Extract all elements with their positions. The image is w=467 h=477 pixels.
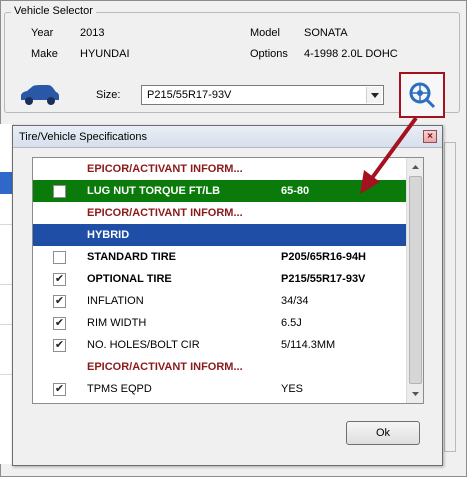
make-label: Make	[31, 48, 58, 60]
background-panel	[444, 142, 456, 452]
model-value: SONATA	[304, 27, 348, 39]
spec-name: RIM WIDTH	[87, 317, 147, 329]
spec-row[interactable]: LUG NUT TORQUE FT/LB 65-80	[33, 180, 407, 202]
spec-row[interactable]: ✔ TPMS EQPD YES	[33, 378, 407, 400]
row-checkbox[interactable]: ✔	[53, 273, 66, 286]
options-value: 4-1998 2.0L DOHC	[304, 48, 398, 60]
spec-value: 65-80	[281, 185, 310, 197]
spec-value: 6.5J	[281, 317, 302, 329]
spec-name: STANDARD TIRE	[87, 251, 177, 263]
spec-name: EPICOR/ACTIVANT INFORM...	[87, 163, 243, 175]
scroll-up-icon[interactable]	[408, 159, 423, 175]
spec-value: YES	[281, 383, 304, 395]
section-selected-row[interactable]: HYBRID	[33, 224, 407, 246]
row-checkbox[interactable]: ✔	[53, 383, 66, 396]
row-checkbox[interactable]	[53, 251, 66, 264]
tire-specs-dialog: Tire/Vehicle Specifications × ✔ TPMS EQPD…	[12, 125, 443, 466]
vehicle-selector-title: Vehicle Selector	[11, 5, 96, 17]
ok-button[interactable]: Ok	[346, 421, 420, 445]
scroll-thumb[interactable]	[409, 176, 422, 384]
spec-row[interactable]: ✔ NO. HOLES/BOLT CIR 5/114.3MM	[33, 334, 407, 356]
row-checkbox[interactable]: ✔	[53, 317, 66, 330]
spec-name: TPMS EQPD	[87, 383, 152, 395]
tire-search-icon	[409, 82, 436, 109]
spec-name: EPICOR/ACTIVANT INFORM...	[87, 361, 243, 373]
spec-name: NO. HOLES/BOLT CIR	[87, 339, 200, 351]
section-header-row[interactable]: EPICOR/ACTIVANT INFORM...	[33, 202, 407, 224]
spec-row[interactable]: STANDARD TIRE P205/65R16-94H	[33, 246, 407, 268]
row-checkbox[interactable]	[53, 185, 66, 198]
year-label: Year	[31, 27, 54, 39]
tire-specs-button[interactable]	[399, 72, 445, 118]
size-label: Size:	[96, 89, 121, 101]
size-dropdown[interactable]: P215/55R17-93V	[141, 85, 384, 105]
spec-value: 34/34	[281, 295, 309, 307]
car-icon	[21, 85, 59, 105]
spec-name: INFLATION	[87, 295, 144, 307]
dialog-titlebar: Tire/Vehicle Specifications ×	[13, 126, 442, 148]
chevron-down-icon[interactable]	[366, 87, 382, 103]
section-header-row[interactable]: EPICOR/ACTIVANT INFORM...	[33, 356, 407, 378]
spec-name: LUG NUT TORQUE FT/LB	[87, 185, 221, 197]
spec-value: 5/114.3MM	[281, 339, 336, 351]
spec-value: P215/55R17-93V	[281, 273, 366, 285]
options-label: Options	[250, 48, 288, 60]
spec-name: OPTIONAL TIRE	[87, 273, 172, 285]
spec-row[interactable]: ✔ RIM WIDTH 6.5J	[33, 312, 407, 334]
close-icon[interactable]: ×	[423, 130, 437, 143]
spec-value: P205/65R16-94H	[281, 251, 367, 263]
scroll-down-icon[interactable]	[408, 386, 423, 402]
scrollbar[interactable]	[406, 158, 423, 403]
model-label: Model	[250, 27, 280, 39]
year-value: 2013	[80, 27, 105, 39]
spec-row[interactable]: ✔ INFLATION 34/34	[33, 290, 407, 312]
row-checkbox[interactable]: ✔	[53, 295, 66, 308]
specs-list: ✔ TPMS EQPD YES EPICOR/ACTIVANT INFORM... ✔ N…	[32, 157, 424, 404]
spec-name: HYBRID	[87, 229, 130, 241]
spec-name: EPICOR/ACTIVANT INFORM...	[87, 207, 243, 219]
spec-row[interactable]: ✔ OPTIONAL TIRE P215/55R17-93V	[33, 268, 407, 290]
dialog-title: Tire/Vehicle Specifications	[19, 131, 147, 143]
make-value: HYUNDAI	[80, 48, 130, 60]
row-checkbox[interactable]: ✔	[53, 339, 66, 352]
size-value: P215/55R17-93V	[147, 89, 232, 101]
section-header-row[interactable]: EPICOR/ACTIVANT INFORM...	[33, 158, 407, 180]
